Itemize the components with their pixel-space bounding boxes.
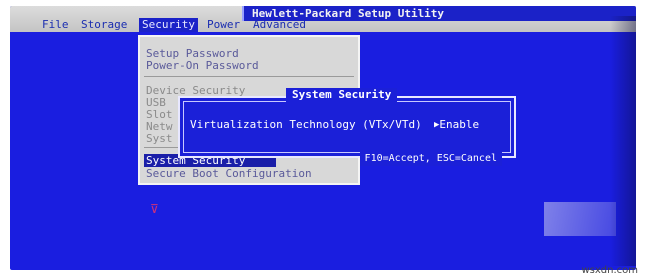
cursor-mark: ⊽ bbox=[150, 202, 159, 216]
dropdown-item-system-ids[interactable]: Syst bbox=[146, 132, 173, 145]
setting-value-text: Enable bbox=[439, 118, 480, 131]
bios-screen: File Storage Security Power Advanced Hew… bbox=[10, 6, 636, 270]
app-title: Hewlett-Packard Setup Utility bbox=[252, 7, 445, 20]
watermark: wsxdn.com bbox=[581, 265, 638, 276]
dropdown-item-secure-boot-configuration[interactable]: Secure Boot Configuration bbox=[146, 167, 312, 180]
dropdown-item-power-on-password[interactable]: Power-On Password bbox=[146, 59, 259, 72]
dropdown-separator bbox=[144, 76, 354, 77]
screen-glare bbox=[544, 202, 616, 236]
menu-file[interactable]: File bbox=[39, 18, 72, 32]
dialog-title: System Security bbox=[286, 88, 398, 102]
screen-edge-shadow bbox=[610, 16, 636, 266]
menu-storage[interactable]: Storage bbox=[78, 18, 130, 32]
system-security-dialog: System Security Virtualization Technolog… bbox=[178, 88, 516, 166]
dialog-key-hint: F10=Accept, ESC=Cancel bbox=[359, 152, 502, 166]
menu-security[interactable]: Security bbox=[139, 18, 198, 32]
virtualization-setting-value[interactable]: ▶Enable bbox=[434, 118, 479, 132]
virtualization-setting-label[interactable]: Virtualization Technology (VTx/VTd) bbox=[190, 118, 422, 132]
menu-power[interactable]: Power bbox=[204, 18, 243, 32]
